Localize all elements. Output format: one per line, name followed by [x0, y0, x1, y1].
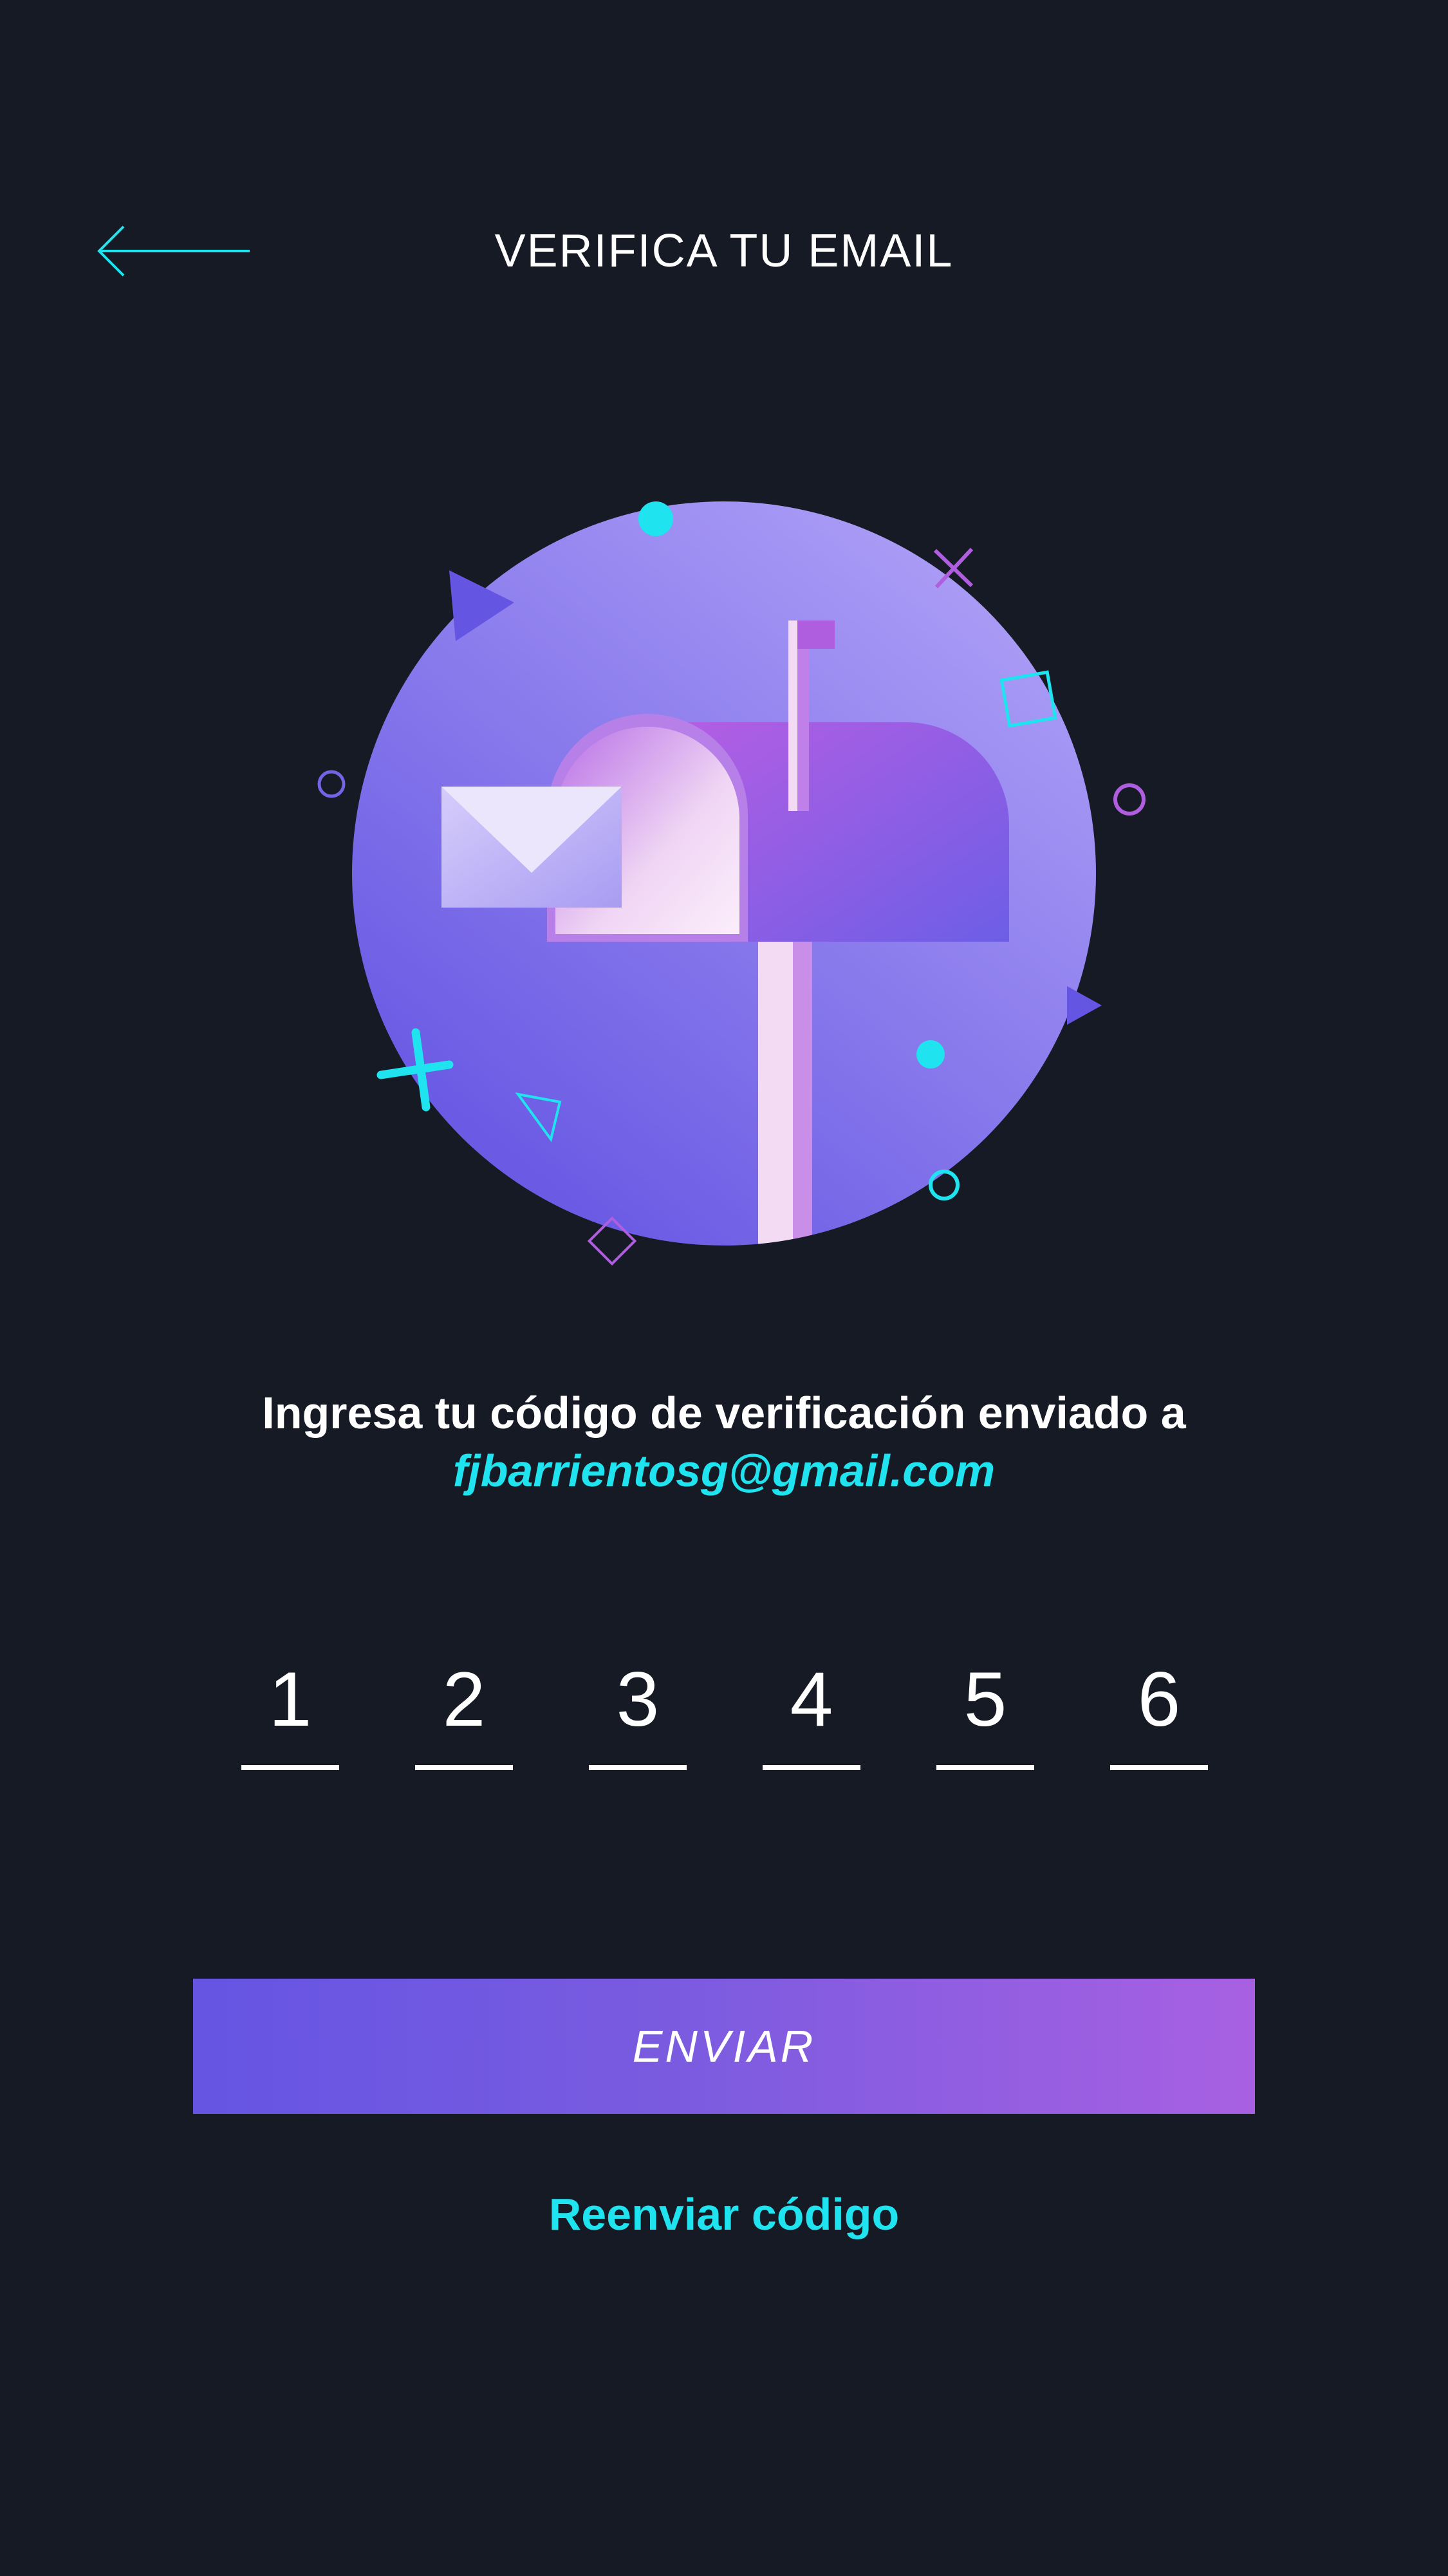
- email-address: fjbarrientosg@gmail.com: [452, 1446, 996, 1496]
- verification-code-input: 1 2 3 4 5 6: [241, 1635, 1208, 1777]
- code-digit-value: 3: [616, 1656, 660, 1742]
- submit-button-label: ENVIAR: [632, 2021, 816, 2071]
- code-digit-5[interactable]: 5: [936, 1635, 1034, 1770]
- page-title: VERIFICA TU EMAIL: [494, 225, 954, 277]
- code-digit-value: 6: [1137, 1656, 1181, 1742]
- code-digit-underline: [589, 1765, 687, 1770]
- code-digit-underline: [1110, 1765, 1208, 1770]
- resend-code-link[interactable]: Reenviar código: [0, 2182, 1448, 2246]
- code-digit-2[interactable]: 2: [415, 1635, 513, 1770]
- code-digit-3[interactable]: 3: [589, 1635, 687, 1770]
- mailbox-illustration: [290, 463, 1158, 1313]
- code-digit-1[interactable]: 1: [241, 1635, 339, 1770]
- code-digit-6[interactable]: 6: [1110, 1635, 1208, 1770]
- code-digit-value: 2: [442, 1656, 486, 1742]
- code-digit-value: 4: [790, 1656, 833, 1742]
- code-digit-underline: [241, 1765, 339, 1770]
- code-digit-4[interactable]: 4: [763, 1635, 860, 1770]
- code-digit-underline: [936, 1765, 1034, 1770]
- instruction-text: Ingresa tu código de verificación enviad…: [262, 1388, 1186, 1438]
- code-digit-underline: [763, 1765, 860, 1770]
- submit-button[interactable]: ENVIAR: [193, 1979, 1255, 2114]
- code-digit-value: 5: [963, 1656, 1007, 1742]
- code-digit-underline: [415, 1765, 513, 1770]
- code-digit-value: 1: [268, 1656, 312, 1742]
